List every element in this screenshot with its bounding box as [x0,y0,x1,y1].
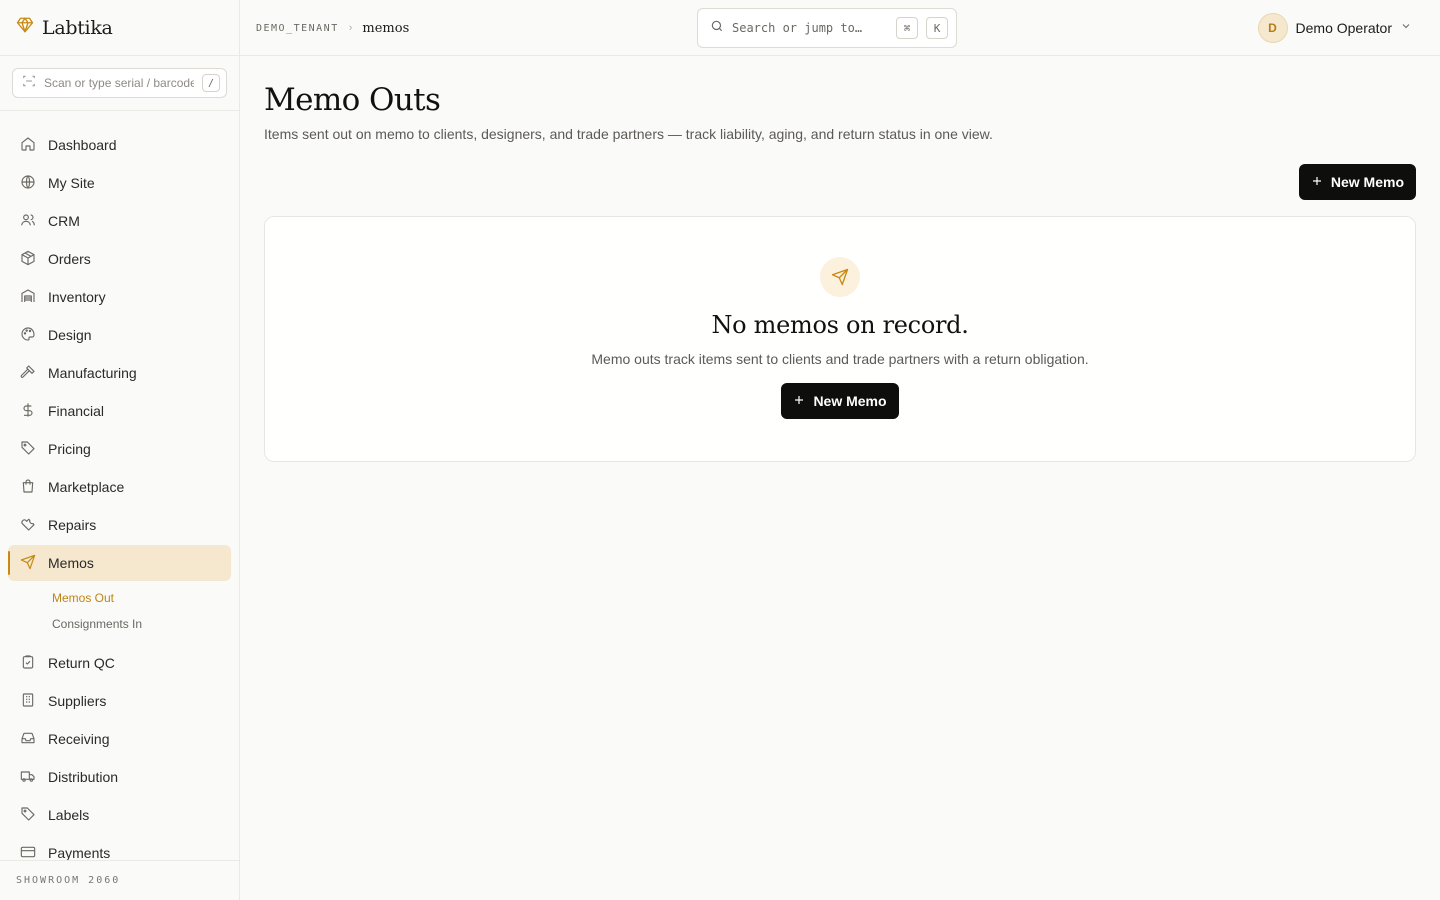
package-icon [20,250,36,269]
sidebar-item-suppliers[interactable]: Suppliers [8,683,231,719]
sidebar-sub-memos-out[interactable]: Memos Out [8,585,231,611]
users-icon [20,212,36,231]
empty-new-memo-label: New Memo [813,393,887,409]
plus-icon [1311,174,1323,190]
breadcrumb-page: memos [362,20,410,36]
search-icon [710,19,724,38]
warehouse-icon [20,288,36,307]
sidebar-item-label: Financial [48,403,105,419]
breadcrumb: DEMO_TENANT › memos [256,0,409,56]
scan-icon [22,74,36,93]
globe-icon [20,174,36,193]
sidebar-item-design[interactable]: Design [8,317,231,353]
sidebar-item-crm[interactable]: CRM [8,203,231,239]
sidebar: Labtika Scan or type serial / barcode / … [0,0,240,900]
chevron-down-icon [1400,19,1412,37]
sidebar-item-orders[interactable]: Orders [8,241,231,277]
k-key: K [926,17,948,39]
sidebar-item-labels[interactable]: Labels [8,797,231,833]
plus-icon [793,393,805,409]
sidebar-item-label: Repairs [48,517,97,533]
sidebar-item-label: Dashboard [48,137,117,153]
sidebar-item-manufacturing[interactable]: Manufacturing [8,355,231,391]
home-icon [20,136,36,155]
send-icon [20,554,36,573]
palette-icon [20,326,36,345]
sidebar-item-marketplace[interactable]: Marketplace [8,469,231,505]
clipboard-check-icon [20,654,36,673]
sidebar-item-financial[interactable]: Financial [8,393,231,429]
chevron-right-icon: › [348,22,353,34]
empty-state-card: No memos on record. Memo outs track item… [264,216,1416,462]
main-content: Memo Outs Items sent out on memo to clie… [264,56,1416,462]
sidebar-item-inventory[interactable]: Inventory [8,279,231,315]
sidebar-item-label: Return QC [48,655,115,671]
command-key-icon: ⌘ [896,17,918,39]
sidebar-item-distribution[interactable]: Distribution [8,759,231,795]
hammer-icon [20,364,36,383]
dollar-icon [20,402,36,421]
page-title: Memo Outs [264,82,441,118]
scan-placeholder: Scan or type serial / barcode [44,76,194,90]
user-name: Demo Operator [1295,20,1392,36]
shopping-bag-icon [20,478,36,497]
sidebar-item-repairs[interactable]: Repairs [8,507,231,543]
scan-shortcut: / [202,74,220,92]
sidebar-item-label: Receiving [48,731,110,747]
sidebar-item-label: Pricing [48,441,91,457]
sidebar-item-label: Orders [48,251,91,267]
user-menu[interactable]: D Demo Operator [1257,0,1412,56]
sidebar-item-label: Inventory [48,289,106,305]
building-icon [20,692,36,711]
sidebar-sub-consignments-in[interactable]: Consignments In [8,611,231,637]
sidebar-item-label: Suppliers [48,693,107,709]
sidebar-item-label: CRM [48,213,80,229]
diamond-logo-icon [16,16,34,39]
sidebar-item-return-qc[interactable]: Return QC [8,645,231,681]
new-memo-label: New Memo [1330,174,1404,190]
sidebar-item-label: Labels [48,807,90,823]
sidebar-item-pricing[interactable]: Pricing [8,431,231,467]
sidebar-item-label: My Site [48,175,95,191]
sidebar-item-label: Manufacturing [48,365,137,381]
wrench-icon [20,516,36,535]
empty-new-memo-button[interactable]: New Memo [781,383,899,419]
truck-icon [20,768,36,787]
search-placeholder: Search or jump to… [732,21,863,35]
sidebar-item-label: Design [48,327,92,343]
tag-icon [20,806,36,825]
empty-state-subtitle: Memo outs track items sent to clients an… [591,351,1089,367]
sidebar-item-label: Distribution [48,769,119,785]
memos-submenu: Memos Out Consignments In [8,585,231,637]
breadcrumb-tenant[interactable]: DEMO_TENANT [256,23,339,34]
top-bar: DEMO_TENANT › memos Search or jump to… ⌘… [240,0,1440,56]
scan-input[interactable]: Scan or type serial / barcode / [12,68,227,98]
page-subtitle: Items sent out on memo to clients, desig… [264,126,993,142]
sidebar-item-label: Marketplace [48,479,125,495]
inbox-icon [20,730,36,749]
sidebar-item-my-site[interactable]: My Site [8,165,231,201]
global-search[interactable]: Search or jump to… ⌘ K [697,8,957,48]
brand[interactable]: Labtika [0,0,239,56]
sidebar-item-dashboard[interactable]: Dashboard [8,127,231,163]
empty-state-title: No memos on record. [711,311,969,339]
send-icon [820,257,860,297]
sidebar-footer: SHOWROOM 2060 [0,860,239,900]
sidebar-item-memos[interactable]: Memos [8,545,231,581]
sidebar-item-label: Payments [48,845,111,861]
new-memo-button[interactable]: New Memo [1298,164,1416,200]
tag-icon [20,440,36,459]
sidebar-item-label: Memos [48,555,94,571]
brand-name: Labtika [42,16,113,39]
sidebar-nav: Dashboard My Site CRM Orders Inventory D… [0,111,239,871]
sidebar-item-receiving[interactable]: Receiving [8,721,231,757]
avatar: D [1257,13,1288,43]
